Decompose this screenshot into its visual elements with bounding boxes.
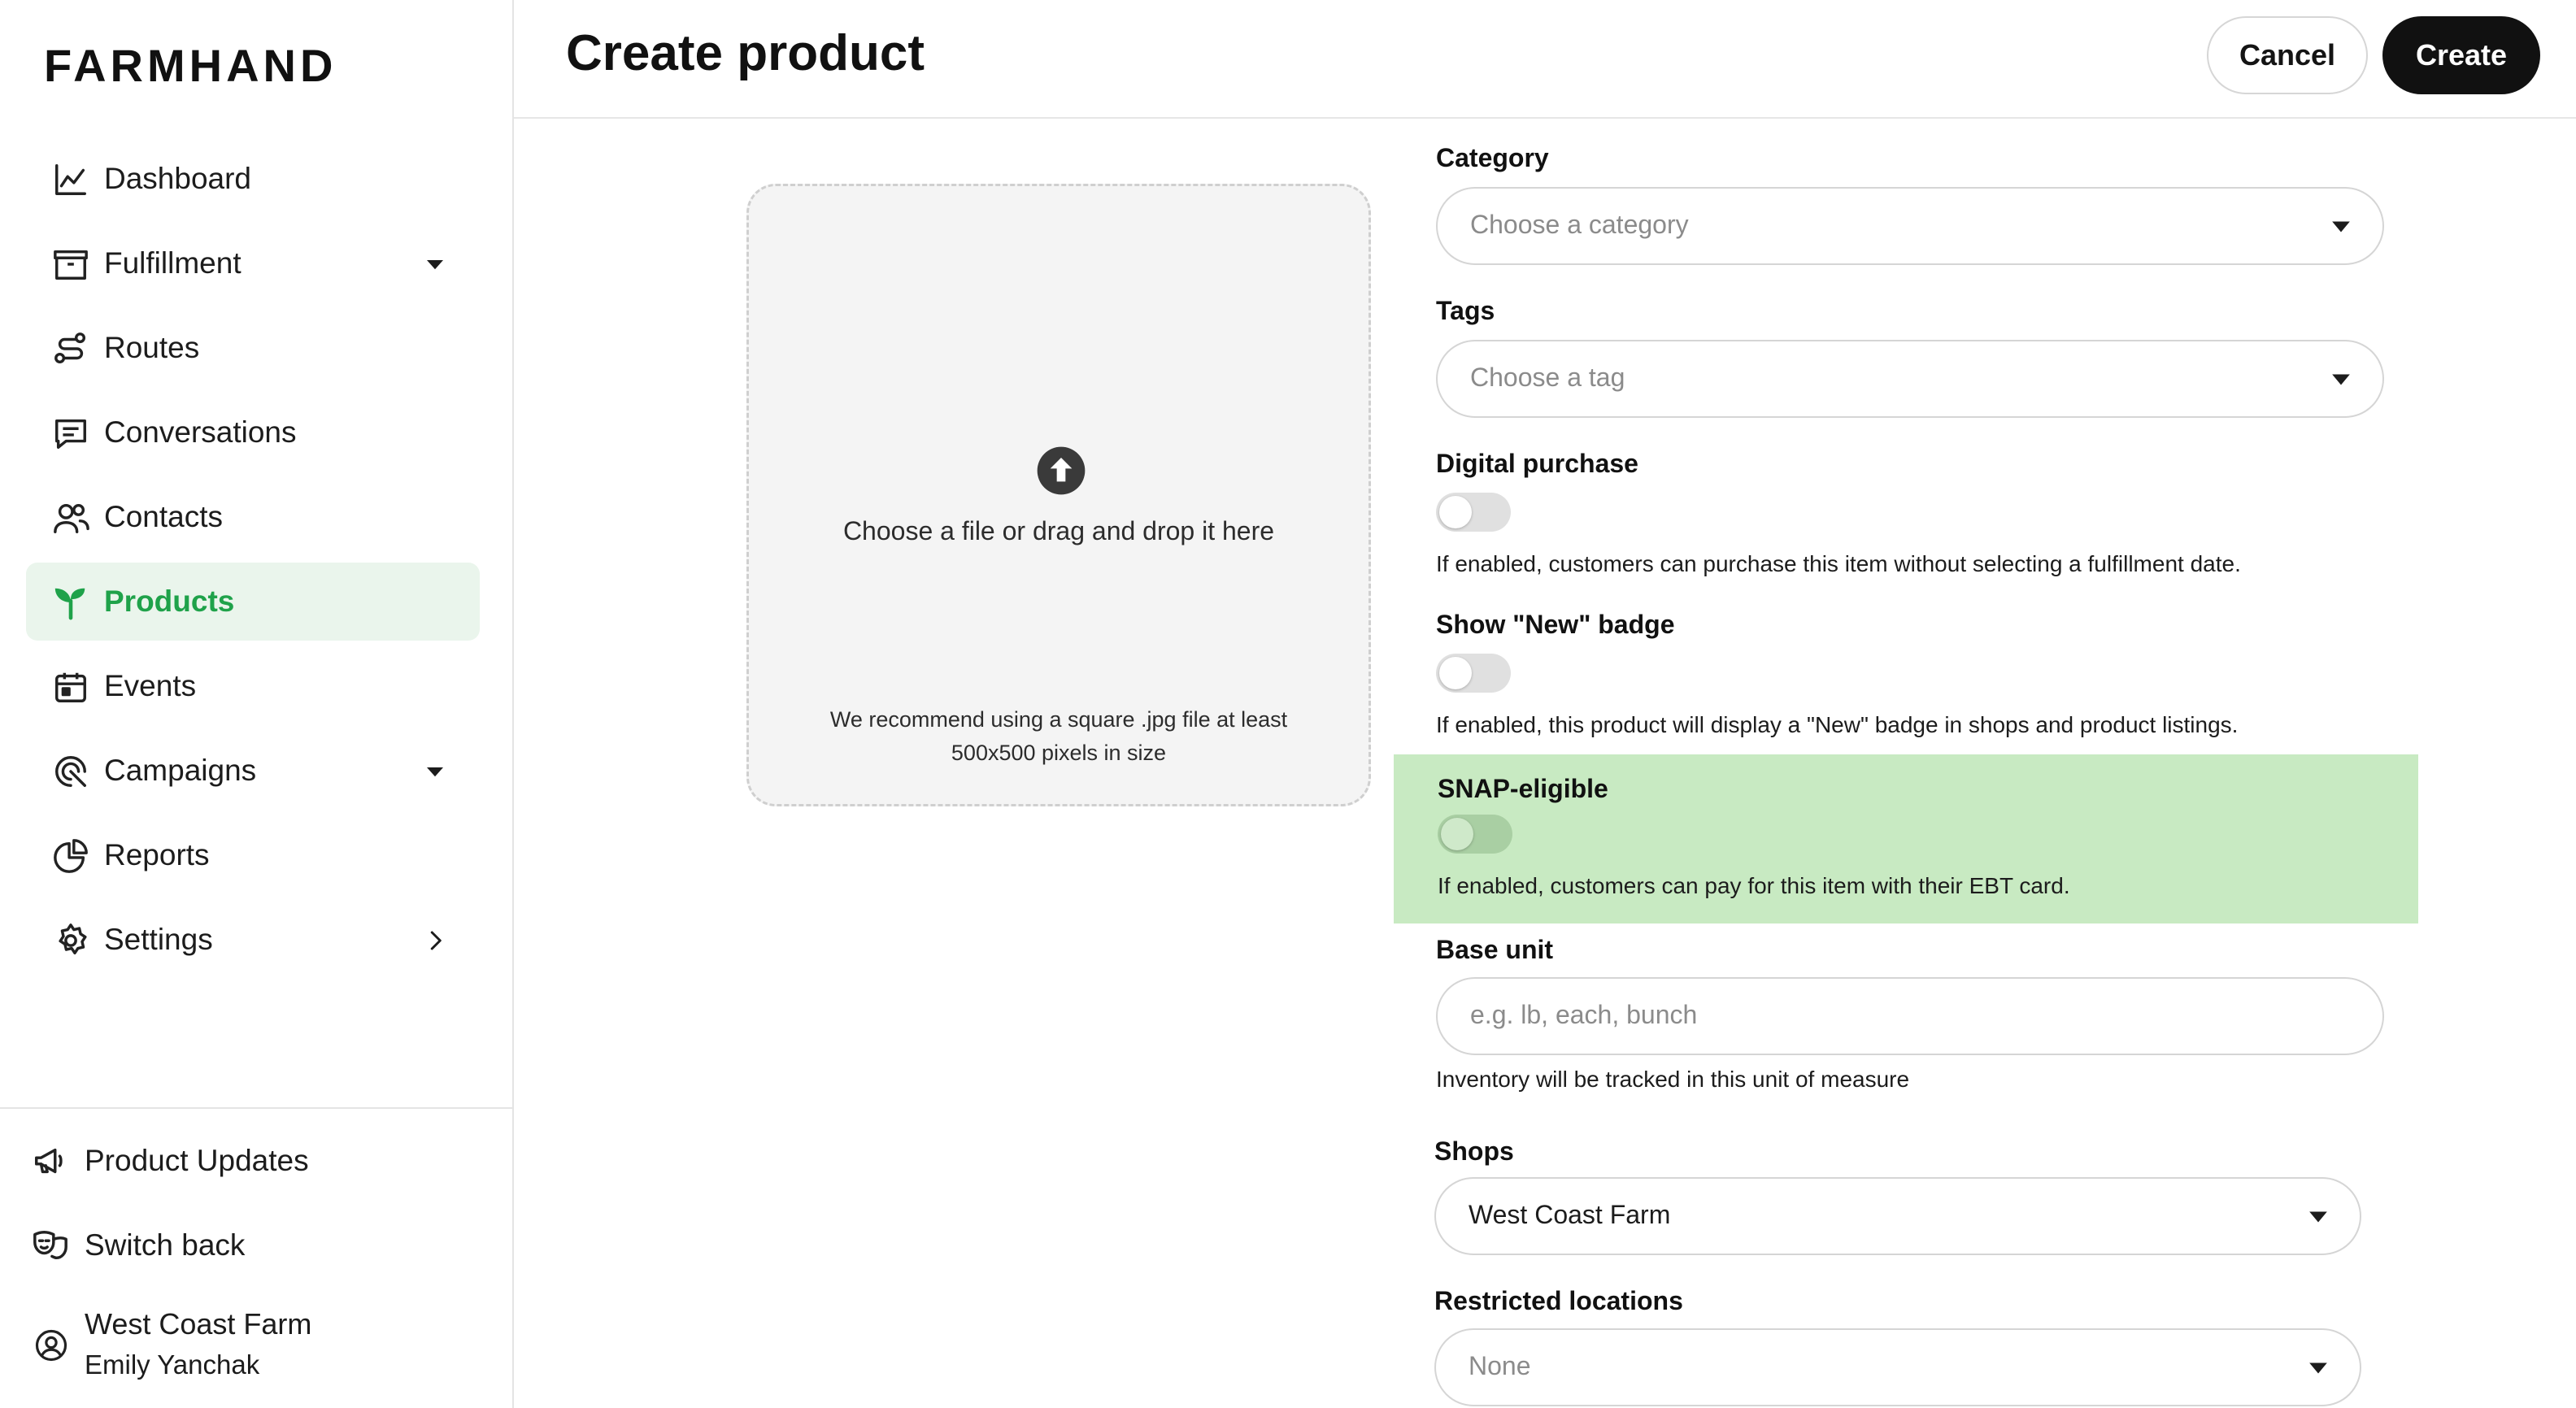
caret-down-icon bbox=[2332, 374, 2350, 385]
dropzone-text: Choose a file or drag and drop it here bbox=[842, 516, 1275, 545]
switch-back-label: Switch back bbox=[85, 1228, 246, 1262]
category-select[interactable]: Choose a category bbox=[1436, 187, 2384, 265]
sprout-icon bbox=[54, 588, 85, 620]
sidebar-item-label: Settings bbox=[104, 923, 213, 956]
shops-select[interactable]: West Coast Farm bbox=[1434, 1177, 2361, 1255]
sidebar-item-label: Campaigns bbox=[104, 754, 257, 787]
chart-line-icon bbox=[55, 164, 86, 195]
new-badge-help: If enabled, this product will display a … bbox=[1436, 712, 2239, 737]
caret-down-icon[interactable] bbox=[423, 759, 447, 784]
digital-purchase-toggle[interactable] bbox=[1436, 493, 1511, 532]
product-updates-label: Product Updates bbox=[85, 1144, 309, 1177]
restricted-locations-select[interactable]: None bbox=[1434, 1328, 2361, 1406]
chevron-right-icon[interactable] bbox=[423, 928, 447, 953]
product-updates-link[interactable]: Product Updates bbox=[31, 1128, 486, 1193]
restricted-locations-value: None bbox=[1469, 1351, 1531, 1380]
dropzone-hint-line1: We recommend using a square .jpg file at… bbox=[829, 707, 1288, 732]
snap-label: SNAP-eligible bbox=[1438, 774, 1608, 803]
switch-back-link[interactable]: Switch back bbox=[31, 1213, 486, 1278]
category-placeholder: Choose a category bbox=[1470, 210, 1689, 239]
user-circle-icon bbox=[35, 1329, 67, 1362]
sidebar-item-conversations[interactable]: Conversations bbox=[26, 393, 480, 472]
gear-icon bbox=[59, 923, 87, 955]
digital-purchase-label: Digital purchase bbox=[1436, 449, 1638, 478]
toggle-knob bbox=[1439, 496, 1472, 528]
app-root: FARMHAND Dashboard Fulfillment Routes Co… bbox=[0, 0, 2576, 1408]
sidebar-item-label: Conversations bbox=[104, 415, 297, 449]
shops-value: West Coast Farm bbox=[1469, 1200, 1671, 1229]
sidebar-item-label: Reports bbox=[104, 838, 210, 871]
user-name: Emily Yanchak bbox=[85, 1349, 260, 1380]
chat-icon bbox=[55, 419, 86, 449]
base-unit-help: Inventory will be tracked in this unit o… bbox=[1436, 1067, 1910, 1092]
new-badge-label: Show "New" badge bbox=[1436, 610, 1675, 639]
brand-logo[interactable]: FARMHAND bbox=[44, 39, 337, 92]
create-button[interactable]: Create bbox=[2382, 16, 2540, 94]
calendar-icon bbox=[55, 672, 86, 702]
base-unit-input[interactable]: e.g. lb, each, bunch bbox=[1436, 977, 2384, 1055]
base-unit-placeholder: e.g. lb, each, bunch bbox=[1470, 1000, 1698, 1029]
sidebar-item-label: Products bbox=[104, 584, 235, 618]
sidebar-footer bbox=[0, 1107, 512, 1109]
restricted-locations-label: Restricted locations bbox=[1434, 1286, 1683, 1315]
pie-chart-icon bbox=[54, 839, 88, 873]
tags-select[interactable]: Choose a tag bbox=[1436, 340, 2384, 418]
box-icon bbox=[54, 250, 88, 280]
caret-down-icon bbox=[2309, 1211, 2327, 1223]
sidebar-item-label: Fulfillment bbox=[104, 246, 242, 280]
base-unit-label: Base unit bbox=[1436, 935, 1554, 964]
tags-label: Tags bbox=[1436, 296, 1495, 325]
sidebar: FARMHAND Dashboard Fulfillment Routes Co… bbox=[0, 0, 514, 1408]
snap-eligible-section: SNAP-eligible If enabled, customers can … bbox=[1394, 754, 2418, 923]
caret-down-icon bbox=[2332, 221, 2350, 232]
page-title: Create product bbox=[566, 25, 925, 81]
image-dropzone[interactable]: Choose a file or drag and drop it here W… bbox=[746, 184, 1371, 806]
caret-down-icon[interactable] bbox=[423, 252, 447, 276]
route-icon bbox=[54, 332, 86, 364]
toggle-knob bbox=[1441, 818, 1473, 850]
toggle-knob bbox=[1439, 657, 1472, 689]
category-label: Category bbox=[1436, 143, 1549, 172]
snap-toggle[interactable] bbox=[1438, 815, 1512, 854]
sidebar-item-fulfillment[interactable]: Fulfillment bbox=[26, 224, 480, 302]
page-header: Create product Cancel Create bbox=[514, 0, 2576, 119]
sidebar-item-dashboard[interactable]: Dashboard bbox=[26, 140, 480, 218]
sidebar-item-label: Routes bbox=[104, 331, 200, 364]
sidebar-item-events[interactable]: Events bbox=[26, 647, 480, 725]
caret-down-icon bbox=[2309, 1362, 2327, 1374]
snap-help: If enabled, customers can pay for this i… bbox=[1438, 873, 2070, 898]
sidebar-item-settings[interactable]: Settings bbox=[26, 901, 480, 979]
digital-purchase-help: If enabled, customers can purchase this … bbox=[1436, 551, 2241, 576]
campaign-icon bbox=[55, 756, 86, 787]
sidebar-item-reports[interactable]: Reports bbox=[26, 816, 480, 894]
account-profile[interactable]: West Coast Farm Emily Yanchak bbox=[31, 1301, 486, 1390]
sidebar-item-label: Events bbox=[104, 669, 197, 702]
dropzone-hint: We recommend using a square .jpg file at… bbox=[806, 703, 1312, 770]
contacts-icon bbox=[54, 503, 89, 533]
sidebar-item-products[interactable]: Products bbox=[26, 563, 480, 641]
tags-placeholder: Choose a tag bbox=[1470, 363, 1625, 392]
farm-name: West Coast Farm bbox=[85, 1307, 312, 1341]
sidebar-item-label: Contacts bbox=[104, 500, 224, 533]
sidebar-item-contacts[interactable]: Contacts bbox=[26, 478, 480, 556]
new-badge-toggle[interactable] bbox=[1436, 654, 1511, 693]
shops-label: Shops bbox=[1434, 1136, 1514, 1166]
cancel-button[interactable]: Cancel bbox=[2207, 16, 2368, 94]
dropzone-hint-line2: 500x500 pixels in size bbox=[951, 741, 1167, 765]
upload-arrow-icon bbox=[1037, 446, 1086, 495]
sidebar-nav: Dashboard Fulfillment Routes Conversatio… bbox=[26, 140, 480, 985]
sidebar-item-label: Dashboard bbox=[104, 162, 252, 195]
sidebar-item-campaigns[interactable]: Campaigns bbox=[26, 732, 480, 810]
megaphone-icon bbox=[35, 1148, 63, 1174]
masks-icon bbox=[33, 1230, 67, 1260]
sidebar-item-routes[interactable]: Routes bbox=[26, 309, 480, 387]
